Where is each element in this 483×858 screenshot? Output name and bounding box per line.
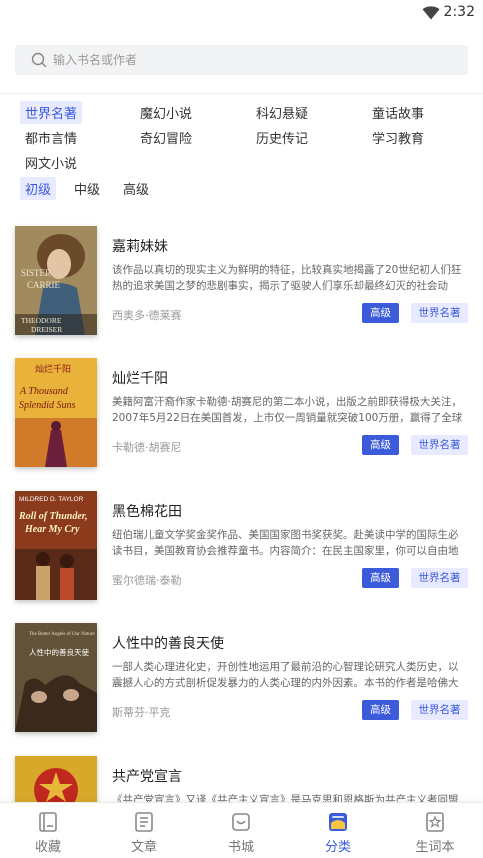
book-description: 纽伯瑞儿童文学奖金奖作品、美国国家图书奖获奖。赴美读中学的国际生必读书目，美国教… [112, 529, 459, 557]
book-description: 一部人类心理进化史，开创性地运用了最前沿的心智理论研究人类历史，以震撼人心的方式… [112, 661, 459, 689]
svg-text:The Better Angels of Our Natur: The Better Angels of Our Nature [29, 632, 95, 637]
genre-adventure[interactable]: 奇幻冒险 [135, 126, 197, 149]
nav-label: 书城 [227, 840, 254, 855]
level-badge: 高级 [362, 303, 399, 323]
book-cover: MILDRED D. TAYLOR Roll of Thunder, Hear … [15, 491, 97, 600]
book-list-item[interactable]: MILDRED D. TAYLOR Roll of Thunder, Hear … [0, 491, 483, 603]
svg-text:CARRIE: CARRIE [27, 280, 61, 290]
nav-collection[interactable]: 收藏 [0, 803, 96, 858]
book-author: 西奥多·德莱赛 [112, 309, 182, 322]
article-icon [135, 812, 153, 832]
level-badge: 高级 [362, 568, 399, 588]
book-author: 蜜尔德瑞·泰勒 [112, 574, 182, 587]
category-icon [329, 813, 347, 831]
collection-icon [39, 812, 57, 832]
divider [0, 93, 483, 94]
category-badge: 世界名著 [411, 700, 468, 720]
status-time: 2:32 [443, 4, 475, 20]
book-author: 卡勒德·胡赛尼 [112, 441, 182, 454]
level-beginner[interactable]: 初级 [20, 177, 57, 200]
search-icon [31, 52, 47, 68]
book-description: 该作品以真切的现实主义为鲜明的特征，比较真实地揭露了20世纪初人们狂热的追求美国… [112, 264, 462, 292]
nav-category[interactable]: 分类 [290, 803, 386, 858]
svg-text:Hear My Cry: Hear My Cry [24, 524, 80, 535]
svg-text:人性中的善良天使: 人性中的善良天使 [29, 647, 89, 657]
svg-text:THEODORE: THEODORE [21, 316, 62, 325]
book-list-item[interactable]: 灿烂千阳 A Thousand Splendid Suns 灿烂千阳 美籍阿富汗… [0, 358, 483, 470]
book-cover [15, 756, 97, 802]
book-title: 黑色棉花田 [112, 504, 182, 520]
svg-text:DREISER: DREISER [31, 325, 62, 334]
book-list-item[interactable]: The Better Angels of Our Nature 人性中的善良天使… [0, 623, 483, 735]
genre-world-classics[interactable]: 世界名著 [20, 101, 83, 124]
book-title: 嘉莉妹妹 [112, 239, 168, 255]
genre-history-biography[interactable]: 历史传记 [251, 126, 313, 149]
book-title: 人性中的善良天使 [112, 636, 224, 652]
category-badge: 世界名著 [411, 435, 468, 455]
svg-text:Splendid Suns: Splendid Suns [19, 400, 75, 411]
vocabulary-icon [426, 812, 444, 832]
book-cover: The Better Angels of Our Nature 人性中的善良天使 [15, 623, 97, 732]
nav-label: 文章 [130, 840, 157, 855]
book-description: 美籍阿富汗裔作家卡勒德·胡赛尼的第二本小说，出版之前即获得极大关注，2007年5… [112, 396, 463, 424]
book-author: 斯蒂芬·平克 [112, 706, 171, 719]
level-badge: 高级 [362, 700, 399, 720]
nav-label: 生词本 [415, 840, 455, 855]
nav-label: 分类 [324, 840, 351, 855]
search-input[interactable] [53, 45, 453, 75]
genre-web-novels[interactable]: 网文小说 [20, 151, 82, 174]
book-cover: 灿烂千阳 A Thousand Splendid Suns [15, 358, 97, 467]
bottom-navigation: 收藏 文章 书城 分类 生词本 [0, 802, 483, 858]
genre-education[interactable]: 学习教育 [367, 126, 429, 149]
nav-vocabulary[interactable]: 生词本 [387, 803, 483, 858]
genre-fairy-tales[interactable]: 童话故事 [367, 101, 429, 124]
svg-text:SISTER: SISTER [21, 268, 51, 278]
nav-label: 收藏 [34, 840, 61, 855]
nav-bookstore[interactable]: 书城 [193, 803, 289, 858]
genre-scifi-mystery[interactable]: 科幻悬疑 [251, 101, 313, 124]
genre-fantasy[interactable]: 魔幻小说 [135, 101, 197, 124]
search-bar[interactable] [15, 45, 468, 75]
status-bar: 2:32 [0, 0, 483, 26]
svg-text:A Thousand: A Thousand [19, 386, 69, 397]
level-advanced[interactable]: 高级 [118, 177, 154, 200]
bookstore-icon [232, 813, 250, 831]
category-badge: 世界名著 [411, 303, 468, 323]
wifi-icon [422, 6, 440, 20]
level-intermediate[interactable]: 中级 [69, 177, 105, 200]
nav-article[interactable]: 文章 [96, 803, 192, 858]
level-badge: 高级 [362, 435, 399, 455]
svg-text:灿烂千阳: 灿烂千阳 [35, 363, 71, 375]
book-title: 灿烂千阳 [112, 371, 168, 387]
book-list-item[interactable]: SISTER CARRIE THEODORE DREISER 嘉莉妹妹 该作品以… [0, 226, 483, 338]
svg-text:MILDRED D. TAYLOR: MILDRED D. TAYLOR [19, 496, 84, 503]
genre-urban-romance[interactable]: 都市言情 [20, 126, 82, 149]
book-cover: SISTER CARRIE THEODORE DREISER [15, 226, 97, 335]
category-badge: 世界名著 [411, 568, 468, 588]
svg-text:Roll of Thunder,: Roll of Thunder, [18, 511, 88, 522]
book-title: 共产党宣言 [112, 769, 182, 785]
